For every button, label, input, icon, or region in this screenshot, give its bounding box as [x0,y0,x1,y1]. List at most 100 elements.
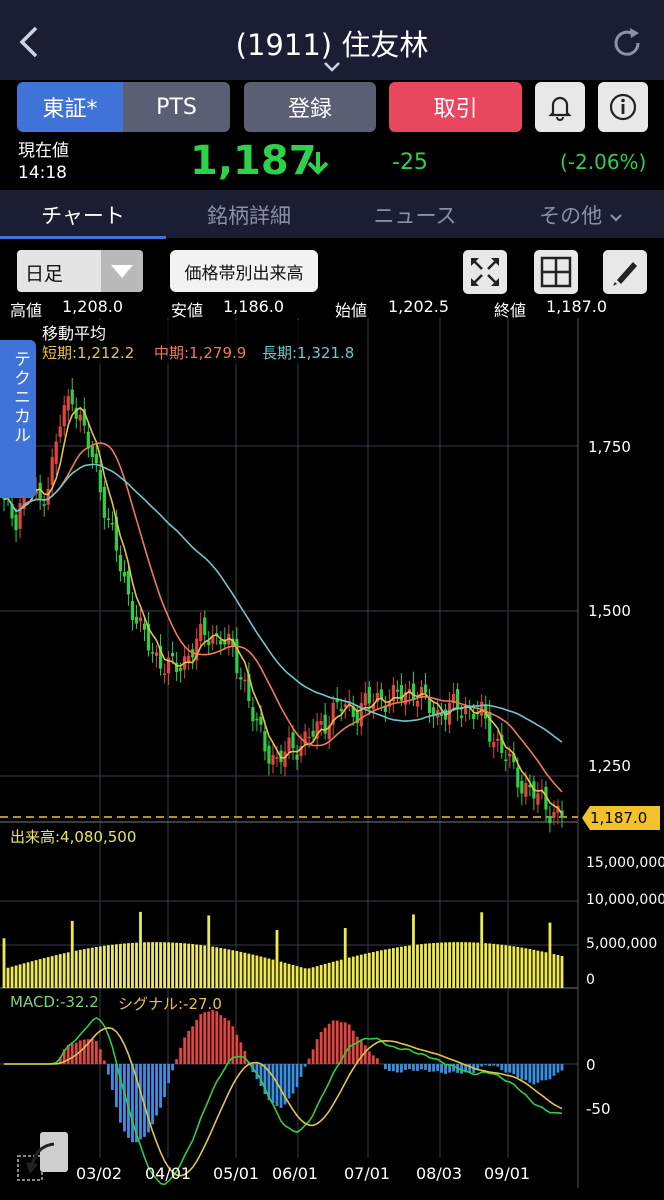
volume-bar [432,943,435,988]
macd-histogram-bar [400,1064,403,1073]
volume-bar [536,950,540,988]
macd-label: MACD:-32.2 [10,993,99,1011]
candle-body [415,700,420,707]
volume-bar [355,955,359,988]
macd-histogram-bar [151,1064,154,1125]
pts-button[interactable]: PTS [123,82,230,132]
candle-body [162,673,167,676]
tab-stock-detail[interactable]: 銘柄詳細 [166,200,332,230]
volume-bar [86,948,90,988]
period-dropdown[interactable] [101,250,143,292]
volume-bar [379,950,383,988]
tosho-button[interactable]: 東証* [17,82,123,132]
volume-by-price-button[interactable]: 価格帯別出来高 [170,250,318,292]
candle-body [179,667,183,671]
macd-histogram-bar [227,1020,231,1064]
volume-bar [436,942,439,988]
tab-other-label: その他 [539,204,603,228]
macd-histogram-bar [383,1064,387,1070]
volume-bar [251,954,255,988]
volume-bar [159,942,162,988]
macd-histogram-bar [159,1064,162,1108]
volume-bar [106,945,110,988]
technical-tab[interactable]: テクニカル [0,340,36,498]
macd-histogram-bar [335,1020,339,1064]
stock-chart[interactable] [0,318,664,1188]
volume-bar [404,946,407,988]
price-time: 14:18 [18,163,67,183]
candle-body [18,503,22,529]
low-value: 1,186.0 [223,297,285,316]
macd-histogram-bar [544,1064,548,1081]
candle-body [496,738,500,741]
register-button[interactable]: 登録 [244,82,376,132]
volume-bar [179,943,183,988]
macd-histogram-bar [504,1064,508,1073]
volume-bar [540,951,544,988]
period-select[interactable]: 日足 [17,250,143,292]
macd-histogram-bar [424,1064,427,1070]
volume-tick: 5,000,000 [586,936,658,952]
fullscreen-button[interactable] [463,250,507,294]
macd-histogram-bar [295,1064,299,1088]
volume-bar [82,949,86,988]
candle-body [14,514,18,531]
date-tick: 06/01 [272,1164,319,1183]
minimize-chart-icon[interactable] [16,1130,70,1182]
macd-histogram-bar [82,1039,86,1064]
macd-histogram-bar [391,1064,395,1072]
volume-bar [171,942,175,988]
date-tick: 05/01 [213,1164,260,1183]
volume-bar [90,947,94,988]
reload-icon[interactable] [608,24,646,62]
volume-bar [155,942,158,988]
draw-button[interactable] [603,250,647,294]
trade-button[interactable]: 取引 [389,82,522,132]
volume-bar [516,946,520,988]
volume-bar [363,953,367,988]
macd-histogram-bar [460,1064,464,1074]
volume-bar [408,945,411,988]
volume-bar [50,956,54,988]
candle-body [524,783,528,797]
candle-body [536,793,540,805]
volume-bar [552,954,556,988]
tab-news[interactable]: ニュース [332,200,498,230]
macd-histogram-bar [408,1064,411,1070]
volume-bar [119,943,122,988]
info-button[interactable] [598,82,648,132]
candle-body [363,693,367,706]
tab-other[interactable]: その他 [498,200,664,230]
volume-bar [239,951,243,988]
chevron-down-icon[interactable] [322,60,342,74]
volume-bar [279,961,283,988]
volume-bar [6,967,10,988]
volume-bar [18,964,22,988]
candle-body [395,689,400,692]
candle-body [106,518,110,520]
mid-ma-line [3,442,563,793]
macd-histogram-bar [367,1051,371,1064]
volume-bar [347,957,351,988]
volume-bar [396,947,399,988]
volume-bar [508,945,512,988]
layout-button[interactable] [534,250,578,294]
volume-bar [110,944,114,988]
candle-body [42,504,46,506]
candle-body [552,811,556,818]
macd-histogram-bar [110,1064,114,1090]
candle-body [516,767,520,788]
volume-bar [556,955,560,988]
page-title: (1911) 住友林 [235,28,429,62]
macd-histogram-bar [387,1064,391,1072]
tab-chart[interactable]: チャート [0,200,166,230]
macd-histogram-bar [70,1043,74,1064]
volume-bar [532,949,536,988]
macd-histogram-bar [291,1064,295,1094]
volume-bar [452,942,456,988]
macd-histogram-bar [223,1017,227,1064]
macd-histogram-bar [351,1030,355,1064]
macd-histogram-bar [560,1064,564,1071]
alert-button[interactable] [535,82,585,132]
candle-body [78,414,82,421]
